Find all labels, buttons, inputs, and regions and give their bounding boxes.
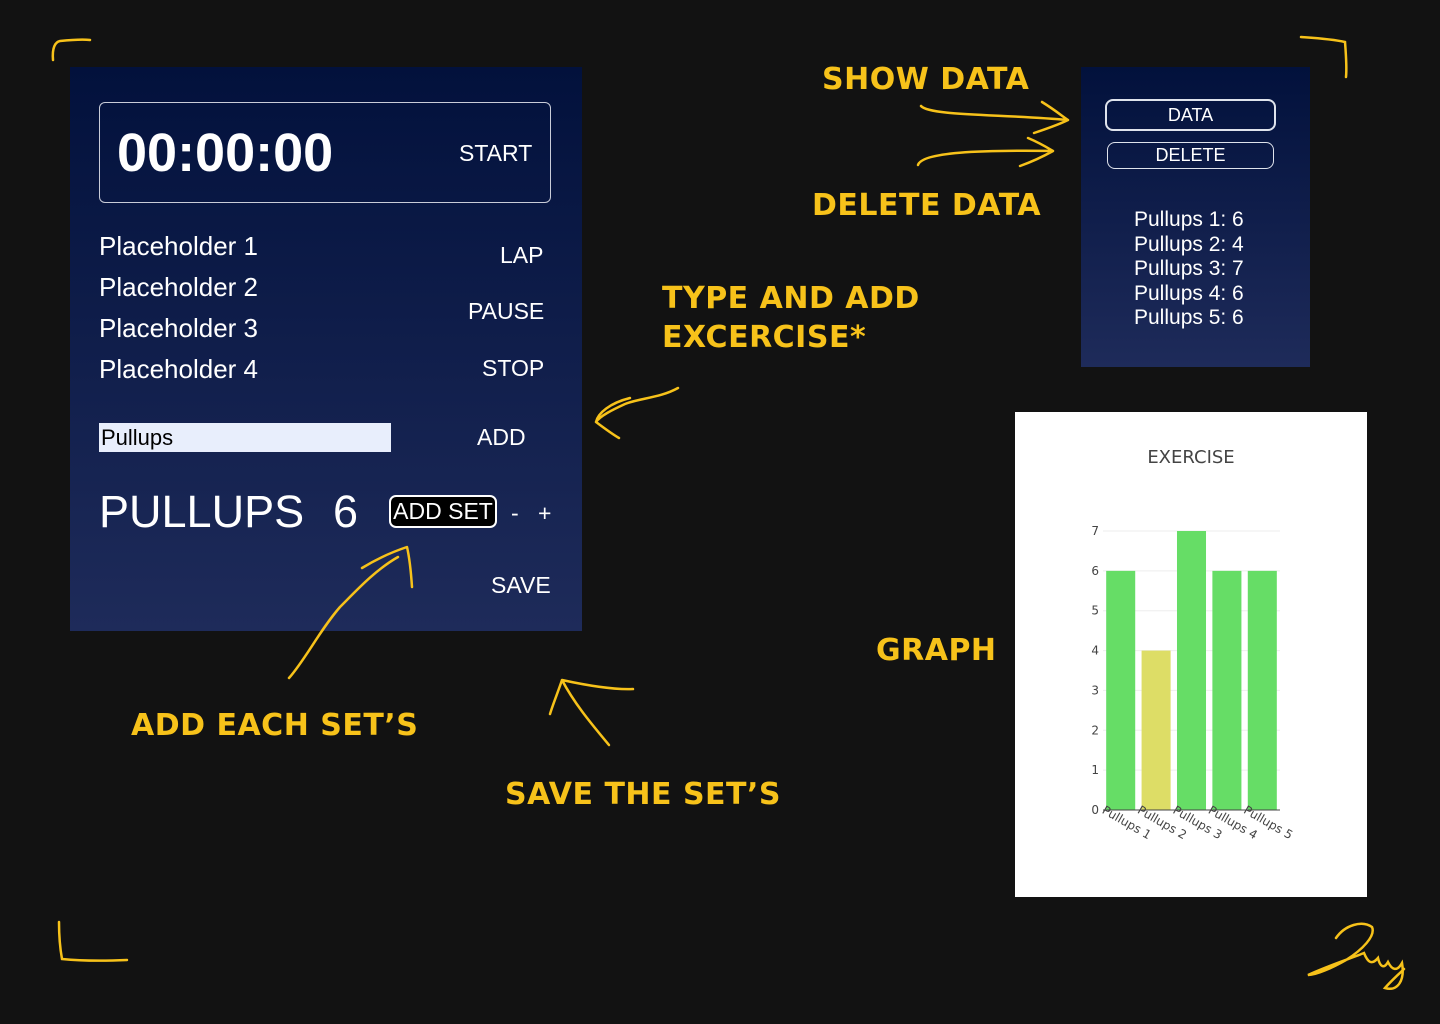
bar bbox=[1176, 531, 1207, 810]
exercise-input[interactable] bbox=[99, 423, 391, 452]
add-set-button[interactable]: ADD SET bbox=[389, 495, 497, 528]
y-tick-label: 4 bbox=[1091, 644, 1099, 658]
timer-display: 00:00:00 bbox=[117, 123, 334, 183]
chart-title: EXERCISE bbox=[1147, 447, 1234, 468]
lap-placeholder-1: Placeholder 1 bbox=[99, 231, 258, 261]
list-item: Pullups 4: 6 bbox=[1134, 281, 1244, 305]
lap-placeholder-3: Placeholder 3 bbox=[99, 313, 258, 343]
annotation-show-data: SHOW DATA bbox=[822, 62, 1030, 97]
delete-button[interactable]: DELETE bbox=[1107, 142, 1274, 169]
list-item: Pullups 2: 4 bbox=[1134, 232, 1244, 256]
save-button[interactable]: SAVE bbox=[491, 572, 551, 599]
stop-button[interactable]: STOP bbox=[482, 355, 544, 382]
y-tick-label: 2 bbox=[1091, 723, 1099, 737]
y-tick-label: 3 bbox=[1091, 683, 1099, 697]
signature-mark bbox=[1307, 922, 1406, 991]
decrement-button[interactable]: - bbox=[511, 500, 519, 527]
annotation-type-add-line2: EXCERCISE* bbox=[662, 320, 867, 355]
corner-top-left bbox=[51, 38, 92, 62]
data-button[interactable]: DATA bbox=[1105, 99, 1276, 131]
annotation-graph: GRAPH bbox=[876, 633, 997, 668]
annotation-add-each-set: ADD EACH SET’S bbox=[131, 708, 419, 743]
exercise-bar-chart: EXERCISE01234567Pullups 1Pullups 2Pullup… bbox=[1091, 447, 1295, 842]
lap-placeholder-2: Placeholder 2 bbox=[99, 272, 258, 302]
chart-card: EXERCISE 0 1 2 3 4 5 6 7 Pullups 1 Pullups 2 Pullup… bbox=[1015, 412, 1367, 897]
annotation-delete-data: DELETE DATA bbox=[812, 188, 1042, 223]
annotation-save-sets: SAVE THE SET’S bbox=[505, 777, 782, 812]
add-exercise-button[interactable]: ADD bbox=[477, 424, 526, 451]
rep-count: 6 bbox=[333, 486, 359, 537]
y-tick-label: 7 bbox=[1091, 524, 1099, 538]
annotation-type-add-line1: TYPE AND ADD bbox=[662, 281, 920, 316]
y-tick-label: 0 bbox=[1091, 803, 1099, 817]
y-tick-label: 6 bbox=[1091, 564, 1099, 578]
list-item: Pullups 1: 6 bbox=[1134, 208, 1244, 231]
increment-button[interactable]: + bbox=[538, 500, 551, 527]
y-tick-label: 5 bbox=[1091, 604, 1099, 618]
corner-bottom-left bbox=[57, 920, 129, 962]
bar bbox=[1212, 570, 1242, 810]
saved-sets-list: Pullups 1: 6 Pullups 2: 4 Pullups 3: 7 P… bbox=[1134, 208, 1244, 331]
y-tick-label: 1 bbox=[1091, 763, 1099, 777]
list-item: Pullups 3: 7 bbox=[1134, 257, 1244, 281]
lap-button[interactable]: LAP bbox=[500, 242, 543, 269]
bar bbox=[1141, 650, 1171, 810]
lap-placeholder-4: Placeholder 4 bbox=[99, 354, 258, 384]
pause-button[interactable]: PAUSE bbox=[468, 298, 544, 325]
start-button[interactable]: START bbox=[459, 140, 532, 167]
bar bbox=[1247, 570, 1277, 810]
bar bbox=[1106, 570, 1136, 810]
list-item: Pullups 5: 6 bbox=[1134, 306, 1244, 330]
current-exercise-name: PULLUPS bbox=[99, 486, 305, 537]
